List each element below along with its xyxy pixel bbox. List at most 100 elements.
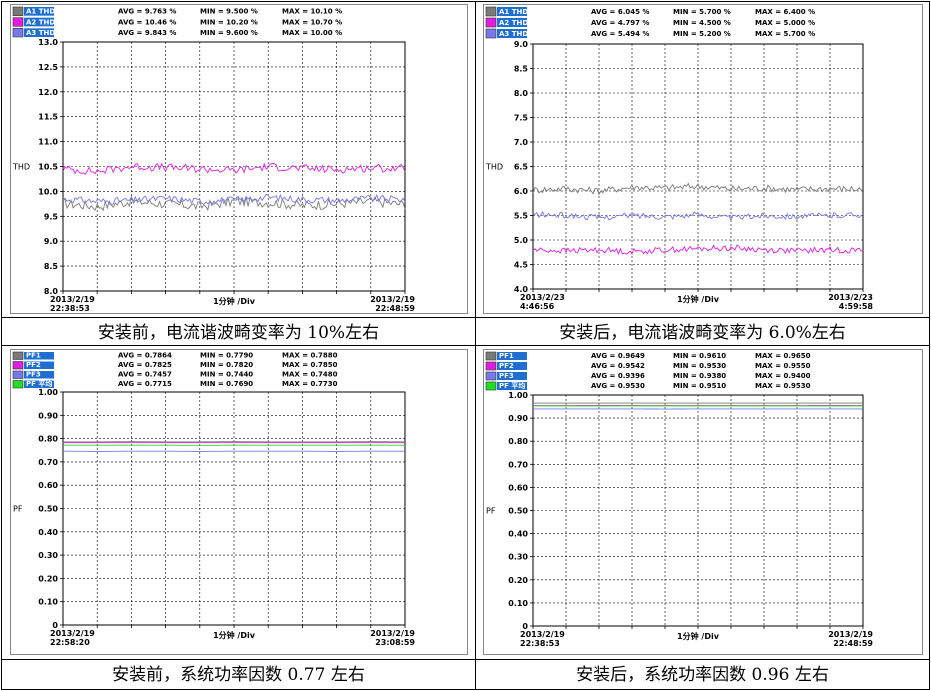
legend-avg-1: AVG = 0.7864 bbox=[118, 352, 172, 360]
legend-swatch-2 bbox=[485, 361, 497, 371]
y-tick-label: 0.40 bbox=[508, 530, 528, 539]
x-start-time: 22:58:20 bbox=[50, 638, 90, 647]
y-tick-label: 0.60 bbox=[508, 483, 528, 492]
y-tick-label: 0.50 bbox=[38, 505, 58, 514]
table-border-top bbox=[1, 1, 930, 2]
chart-svg-1: A1 THD AVG = 9.763 % MIN = 9.500 % MAX = 10… bbox=[10, 4, 468, 314]
legend-label-3: A3 THD bbox=[26, 29, 55, 37]
x-end-time: 22:48:59 bbox=[375, 304, 415, 313]
legend-max-4: MAX = 0.9530 bbox=[755, 382, 811, 390]
y-axis-label: THD bbox=[12, 163, 30, 172]
legend-label-2: PF2 bbox=[499, 362, 514, 370]
y-tick-label: 11.5 bbox=[38, 113, 58, 122]
legend-min-2: MIN = 4.500 % bbox=[673, 19, 731, 27]
legend-avg-4: AVG = 0.7715 bbox=[118, 380, 172, 388]
legend-min-1: MIN = 5.700 % bbox=[673, 8, 731, 16]
x-axis-label: 1分钟 /Div bbox=[677, 294, 720, 304]
y-tick-label: 7.0 bbox=[514, 138, 529, 147]
y-tick-label: 0.20 bbox=[38, 574, 58, 583]
y-tick-label: 0.80 bbox=[508, 437, 528, 446]
legend-max-1: MAX = 10.10 % bbox=[282, 8, 342, 16]
legend-swatch-1 bbox=[485, 6, 497, 17]
y-tick-label: 0.30 bbox=[38, 551, 58, 560]
x-axis-label: 1分钟 /Div bbox=[213, 296, 256, 306]
legend-label-3: A3 THD bbox=[499, 30, 528, 38]
legend-max-3: MAX = 5.700 % bbox=[755, 30, 815, 38]
legend-avg-4: AVG = 0.9530 bbox=[591, 382, 645, 390]
x-start-time: 22:38:53 bbox=[520, 639, 560, 648]
legend-min-3: MIN = 9.600 % bbox=[200, 29, 258, 37]
legend-swatch-3 bbox=[485, 28, 497, 39]
legend-swatch-2 bbox=[12, 361, 24, 370]
y-tick-label: 4.5 bbox=[514, 261, 529, 270]
y-tick-label: 1.00 bbox=[38, 388, 58, 397]
y-tick-label: 7.5 bbox=[514, 114, 529, 123]
x-end-time: 23:08:59 bbox=[375, 638, 415, 647]
y-tick-label: 9.5 bbox=[44, 212, 59, 221]
legend-min-3: MIN = 0.9380 bbox=[673, 372, 726, 380]
caption-2: 安装后，电流谐波畸变率为 6.0%左右 bbox=[559, 323, 846, 343]
legend-label-1: A1 THD bbox=[26, 8, 55, 16]
y-tick-label: 5.0 bbox=[514, 236, 529, 245]
legend-max-2: MAX = 5.000 % bbox=[755, 19, 815, 27]
legend-min-2: MIN = 10.20 % bbox=[200, 18, 258, 26]
y-tick-label: 8.5 bbox=[44, 262, 59, 271]
y-tick-label: 0.20 bbox=[508, 576, 528, 585]
legend-max-1: MAX = 0.7880 bbox=[282, 352, 338, 360]
legend-avg-3: AVG = 5.494 % bbox=[591, 30, 649, 38]
legend-label-1: PF1 bbox=[26, 352, 41, 360]
chart-svg-4: PF1 AVG = 0.9649 MIN = 0.9610 MAX = 0.9650 P… bbox=[483, 349, 923, 655]
x-start-date: 2013/2/23 bbox=[520, 293, 565, 302]
y-tick-label: 10.5 bbox=[38, 163, 58, 172]
chart-panel-2: A1 THD AVG = 6.045 % MIN = 5.700 % MAX = 6.… bbox=[483, 4, 923, 314]
x-end-time: 22:48:59 bbox=[833, 639, 873, 648]
legend-min-4: MIN = 0.9510 bbox=[673, 382, 726, 390]
legend-label-3: PF3 bbox=[26, 371, 41, 379]
legend-swatch-3 bbox=[12, 370, 24, 379]
x-start-date: 2013/2/19 bbox=[50, 629, 95, 638]
y-tick-label: 8.5 bbox=[514, 65, 529, 74]
y-tick-label: 0.10 bbox=[38, 598, 58, 607]
y-tick-label: 6.0 bbox=[514, 187, 529, 196]
chart-svg-3: PF1 AVG = 0.7864 MIN = 0.7790 MAX = 0.7880 P… bbox=[10, 349, 468, 655]
y-tick-label: 0.90 bbox=[508, 414, 528, 423]
legend-swatch-3 bbox=[485, 371, 497, 381]
caption-3: 安装前，系统功率因数 0.77 左右 bbox=[112, 665, 365, 685]
legend-max-4: MAX = 0.7730 bbox=[282, 380, 338, 388]
y-tick-label: 0.40 bbox=[38, 528, 58, 537]
legend-min-1: MIN = 0.9610 bbox=[673, 352, 726, 360]
y-tick-label: 6.5 bbox=[514, 163, 529, 172]
legend-label-4: PF 平均 bbox=[499, 381, 525, 390]
legend-max-2: MAX = 0.7850 bbox=[282, 361, 338, 369]
legend-min-2: MIN = 0.9530 bbox=[673, 362, 726, 370]
y-tick-label: 11.0 bbox=[38, 138, 58, 147]
legend-swatch-2 bbox=[485, 17, 497, 28]
legend-max-2: MAX = 10.70 % bbox=[282, 18, 342, 26]
y-axis-label: PF bbox=[13, 505, 23, 514]
y-tick-label: 13.0 bbox=[38, 38, 58, 47]
legend-swatch-3 bbox=[12, 28, 24, 38]
legend-avg-1: AVG = 9.763 % bbox=[118, 8, 176, 16]
legend-max-2: MAX = 0.9550 bbox=[755, 362, 811, 370]
y-tick-label: 8.0 bbox=[514, 89, 529, 98]
x-start-date: 2013/2/19 bbox=[50, 295, 95, 304]
legend-min-1: MIN = 9.500 % bbox=[200, 8, 258, 16]
legend-avg-1: AVG = 0.9649 bbox=[591, 352, 645, 360]
legend-max-1: MAX = 6.400 % bbox=[755, 8, 815, 16]
caption-4: 安装后，系统功率因数 0.96 左右 bbox=[576, 665, 829, 685]
y-tick-label: 0.60 bbox=[38, 481, 58, 490]
x-end-date: 2013/2/19 bbox=[370, 629, 415, 638]
legend-avg-3: AVG = 0.9396 bbox=[591, 372, 645, 380]
legend-avg-3: AVG = 9.843 % bbox=[118, 29, 176, 37]
legend-label-4: PF 平均 bbox=[26, 379, 52, 388]
y-tick-label: 0.70 bbox=[38, 458, 58, 467]
legend-avg-2: AVG = 4.797 % bbox=[591, 19, 649, 27]
legend-max-3: MAX = 10.00 % bbox=[282, 29, 342, 37]
chart-panel-1: A1 THD AVG = 9.763 % MIN = 9.500 % MAX = 10… bbox=[10, 4, 468, 314]
chart-svg-2: A1 THD AVG = 6.045 % MIN = 5.700 % MAX = 6.… bbox=[483, 4, 923, 314]
x-end-date: 2013/2/19 bbox=[828, 630, 873, 639]
x-end-date: 2013/2/19 bbox=[370, 295, 415, 304]
legend-min-1: MIN = 0.7790 bbox=[200, 352, 253, 360]
legend-min-2: MIN = 0.7820 bbox=[200, 361, 253, 369]
legend-avg-2: AVG = 0.9542 bbox=[591, 362, 645, 370]
